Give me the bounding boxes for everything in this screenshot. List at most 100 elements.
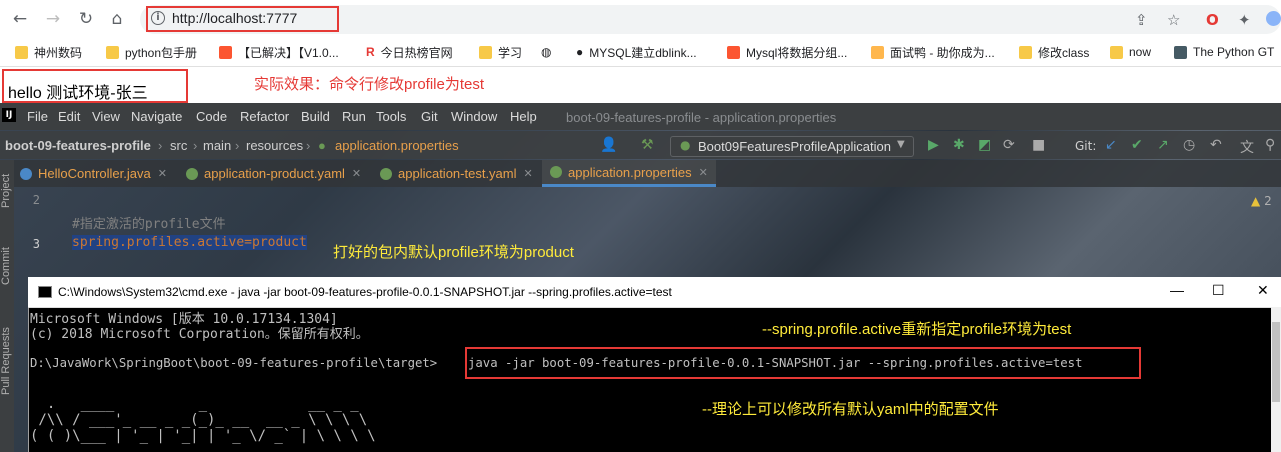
bookmark-item[interactable]: 神州数码 <box>15 38 82 66</box>
tab-application-test[interactable]: application-test.yaml ✕ <box>380 160 533 187</box>
translate-icon[interactable]: 文 <box>1240 137 1254 157</box>
history-icon[interactable]: ◷ <box>1183 137 1195 153</box>
coverage-icon[interactable]: ◩ <box>978 137 991 153</box>
bookmark-item[interactable]: 【已解决】【V1.0... <box>219 38 339 66</box>
annotation-yaml: --理论上可以修改所有默认yaml中的配置文件 <box>702 401 999 418</box>
tab-hellocontroller[interactable]: HelloController.java ✕ <box>20 160 167 187</box>
bookmark-label: python包手册 <box>125 45 198 60</box>
breadcrumb-main[interactable]: main <box>203 138 231 153</box>
git-push-icon[interactable]: ↗ <box>1157 137 1169 153</box>
menu-git[interactable]: Git <box>421 109 438 124</box>
minimize-icon[interactable]: — <box>1170 282 1184 298</box>
commit-tool-button[interactable]: Commit <box>0 247 12 285</box>
tab-application-product[interactable]: application-product.yaml ✕ <box>186 160 361 187</box>
close-icon[interactable]: ✕ <box>699 166 708 179</box>
run-icon[interactable]: ▶ <box>928 137 939 153</box>
bookmark-label: 修改class <box>1038 45 1090 60</box>
bookmark-label: The Python GT <box>1193 45 1275 59</box>
tab-label: application.properties <box>568 164 692 180</box>
menu-edit[interactable]: Edit <box>58 109 80 124</box>
pull-requests-tool-button[interactable]: Pull Requests <box>0 327 12 395</box>
maximize-icon[interactable]: ☐ <box>1212 282 1225 299</box>
project-tool-button[interactable]: Project <box>0 174 12 208</box>
menu-refactor[interactable]: Refactor <box>240 109 289 124</box>
leaf-icon: ● <box>318 138 326 153</box>
code-line-active-profile[interactable]: spring.profiles.active=product <box>72 235 307 250</box>
share-icon[interactable]: ⇪ <box>1135 11 1148 29</box>
git-commit-icon[interactable]: ✔ <box>1131 137 1143 153</box>
ide-title: boot-09-features-profile - application.p… <box>566 110 837 125</box>
tab-application-properties[interactable]: application.properties ✕ <box>542 160 716 187</box>
bookmark-item[interactable]: 修改class <box>1019 38 1089 66</box>
info-icon[interactable]: i <box>151 11 165 25</box>
menu-tools[interactable]: Tools <box>376 109 406 124</box>
folder-icon <box>1019 45 1032 59</box>
bookmark-item[interactable]: 面试鸭 - 助你成为... <box>871 38 995 66</box>
bookmark-item[interactable]: 学习 <box>479 38 522 66</box>
git-update-icon[interactable]: ↙ <box>1105 137 1117 153</box>
bookmark-label: 今日热榜官网 <box>380 45 453 60</box>
close-icon[interactable]: ✕ <box>1257 282 1269 299</box>
home-icon[interactable]: ⌂ <box>107 9 127 29</box>
close-icon[interactable]: ✕ <box>352 167 361 180</box>
menu-help[interactable]: Help <box>510 109 537 124</box>
code-comment[interactable]: #指定激活的profile文件 <box>72 213 226 232</box>
extensions-icon[interactable]: ✦ <box>1238 11 1251 29</box>
breadcrumb-src[interactable]: src <box>170 138 187 153</box>
bookmark-item[interactable]: R 今日热榜官网 <box>366 38 453 66</box>
run-config-label: Boot09FeaturesProfileApplication <box>698 139 891 154</box>
rebang-icon: R <box>366 45 375 59</box>
cmd-title: C:\Windows\System32\cmd.exe - java -jar … <box>58 285 672 299</box>
user-icon[interactable]: 👤 <box>600 137 617 153</box>
folder-icon <box>106 45 119 59</box>
bookmark-item[interactable]: now <box>1110 38 1151 66</box>
warning-count[interactable]: ▲ 2 <box>1251 194 1272 208</box>
menu-run[interactable]: Run <box>342 109 366 124</box>
build-hammer-icon[interactable]: ⚒ <box>641 137 654 153</box>
bookmark-item[interactable]: python包手册 <box>106 38 197 66</box>
opera-extension-icon[interactable]: O <box>1206 11 1219 29</box>
menu-file[interactable]: File <box>27 109 48 124</box>
yaml-file-icon <box>380 167 392 180</box>
console-line: (c) 2018 Microsoft Corporation。保留所有权利。 <box>30 327 369 342</box>
star-icon[interactable]: ☆ <box>1167 11 1180 29</box>
forward-arrow-icon[interactable]: → <box>43 9 63 29</box>
breadcrumb-file[interactable]: application.properties <box>335 138 459 153</box>
close-icon[interactable]: ✕ <box>158 167 167 180</box>
search-icon[interactable]: ⚲ <box>1265 137 1275 153</box>
github-icon: ● <box>576 45 584 59</box>
bookmark-label: MYSQL建立dblink... <box>589 45 697 60</box>
close-icon[interactable]: ✕ <box>524 167 533 180</box>
bookmark-item[interactable]: Mysql将数据分组... <box>727 38 847 66</box>
breadcrumb-separator: › <box>306 138 311 153</box>
globe-icon: ◍ <box>541 45 552 59</box>
profile-avatar[interactable] <box>1266 11 1281 26</box>
csdn-icon <box>219 45 232 59</box>
reload-icon[interactable]: ↻ <box>76 9 96 29</box>
tab-label: application-product.yaml <box>204 166 345 181</box>
breadcrumb-project[interactable]: boot-09-features-profile <box>5 138 151 153</box>
cmd-scroll-thumb[interactable] <box>1272 322 1280 402</box>
menu-window[interactable]: Window <box>451 109 497 124</box>
menu-navigate[interactable]: Navigate <box>131 109 182 124</box>
menu-build[interactable]: Build <box>301 109 330 124</box>
url-text[interactable]: http://localhost:7777 <box>172 10 297 26</box>
bookmark-label: 学习 <box>498 45 523 60</box>
bookmark-item[interactable]: ◍ <box>541 38 557 66</box>
properties-file-icon <box>550 166 562 178</box>
bookmark-item[interactable]: The Python GT <box>1174 38 1274 66</box>
menu-view[interactable]: View <box>92 109 120 124</box>
profile-run-icon[interactable]: ⟳ <box>1003 137 1015 153</box>
bookmark-item[interactable]: ● MYSQL建立dblink... <box>576 38 697 66</box>
folder-icon <box>15 45 28 59</box>
menu-code[interactable]: Code <box>196 109 227 124</box>
stop-icon[interactable]: ■ <box>1032 137 1045 153</box>
bookmark-label: Mysql将数据分组... <box>746 45 848 60</box>
console-prompt: D:\JavaWork\SpringBoot\boot-09-features-… <box>30 356 438 370</box>
debug-icon[interactable]: ✱ <box>953 137 965 153</box>
breadcrumb-separator: › <box>193 138 198 153</box>
back-arrow-icon[interactable]: ← <box>10 9 30 29</box>
rollback-icon[interactable]: ↶ <box>1210 137 1222 153</box>
breadcrumb-resources[interactable]: resources <box>246 138 303 153</box>
tab-label: application-test.yaml <box>398 166 517 181</box>
